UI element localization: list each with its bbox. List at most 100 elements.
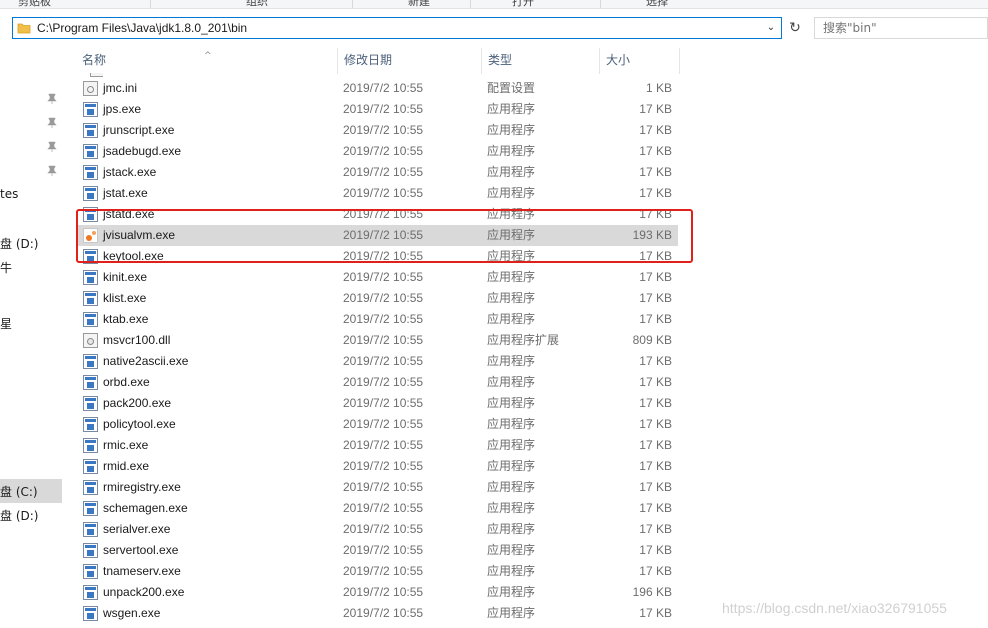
nav-item-drive-c[interactable]: 盘 (C:) xyxy=(0,483,38,500)
file-date: 2019/7/2 10:55 xyxy=(343,249,424,263)
file-size: 17 KB xyxy=(639,312,672,326)
column-divider[interactable] xyxy=(679,48,680,74)
file-row[interactable]: orbd.exe 2019/7/2 10:55 应用程序 17 KB xyxy=(76,372,678,393)
address-path[interactable]: C:\Program Files\Java\jdk1.8.0_201\bin xyxy=(37,21,247,35)
search-box[interactable] xyxy=(814,17,988,39)
refresh-icon[interactable]: ↻ xyxy=(786,17,804,39)
file-list: ^ 名称 修改日期 类型 大小 jmc.ini 2019/7/2 10:55 配置设… xyxy=(76,46,696,628)
exe-file-icon xyxy=(83,417,98,432)
file-name: tnameserv.exe xyxy=(103,564,181,578)
file-type: 应用程序 xyxy=(487,291,536,305)
file-row[interactable]: jstatd.exe 2019/7/2 10:55 应用程序 17 KB xyxy=(76,204,678,225)
ribbon-group-organize: 组织 xyxy=(246,0,268,8)
file-row[interactable]: msvcr100.dll 2019/7/2 10:55 应用程序扩展 809 KB xyxy=(76,330,678,351)
ribbon-group-clipboard: 剪贴板 xyxy=(18,0,51,8)
dll-file-icon xyxy=(83,333,98,348)
exe-file-icon xyxy=(83,543,98,558)
file-row[interactable]: kinit.exe 2019/7/2 10:55 应用程序 17 KB xyxy=(76,267,678,288)
file-row[interactable]: pack200.exe 2019/7/2 10:55 应用程序 17 KB xyxy=(76,393,678,414)
file-size: 17 KB xyxy=(639,564,672,578)
file-size: 17 KB xyxy=(639,102,672,116)
file-size: 17 KB xyxy=(639,459,672,473)
file-row[interactable]: jrunscript.exe 2019/7/2 10:55 应用程序 17 KB xyxy=(76,120,678,141)
file-row[interactable]: wsgen.exe 2019/7/2 10:55 应用程序 17 KB xyxy=(76,603,678,624)
file-row[interactable]: jsadebugd.exe 2019/7/2 10:55 应用程序 17 KB xyxy=(76,141,678,162)
chevron-down-icon[interactable]: ⌄ xyxy=(764,20,778,36)
file-date: 2019/7/2 10:55 xyxy=(343,522,424,536)
search-input[interactable] xyxy=(823,20,973,36)
pin-icon[interactable] xyxy=(46,117,58,129)
column-header-name[interactable]: ^ 名称 xyxy=(76,46,338,74)
file-size: 809 KB xyxy=(632,333,672,347)
file-size: 17 KB xyxy=(639,417,672,431)
file-type: 应用程序 xyxy=(487,270,536,284)
pin-icon[interactable] xyxy=(46,141,58,153)
file-type: 应用程序 xyxy=(487,102,536,116)
exe-file-icon xyxy=(83,396,98,411)
file-name: serialver.exe xyxy=(103,522,171,536)
file-name: klist.exe xyxy=(103,291,147,305)
file-row[interactable]: jstack.exe 2019/7/2 10:55 应用程序 17 KB xyxy=(76,162,678,183)
file-date: 2019/7/2 10:55 xyxy=(343,375,424,389)
file-row[interactable]: schemagen.exe 2019/7/2 10:55 应用程序 17 KB xyxy=(76,498,678,519)
file-size: 196 KB xyxy=(632,585,672,599)
file-row[interactable]: jstat.exe 2019/7/2 10:55 应用程序 17 KB xyxy=(76,183,678,204)
column-header-date[interactable]: 修改日期 xyxy=(338,46,482,74)
file-row[interactable]: rmiregistry.exe 2019/7/2 10:55 应用程序 17 KB xyxy=(76,477,678,498)
exe-file-icon xyxy=(83,585,98,600)
column-header-size-label: 大小 xyxy=(606,53,631,67)
file-date: 2019/7/2 10:55 xyxy=(343,333,424,347)
folder-icon xyxy=(17,23,31,34)
file-row[interactable]: native2ascii.exe 2019/7/2 10:55 应用程序 17 KB xyxy=(76,351,678,372)
file-type: 应用程序 xyxy=(487,375,536,389)
sort-ascending-icon: ^ xyxy=(204,51,212,61)
column-header-size[interactable]: 大小 xyxy=(600,46,680,74)
file-date: 2019/7/2 10:55 xyxy=(343,291,424,305)
ribbon: 剪贴板 组织 新建 打开 选择 xyxy=(0,0,988,9)
file-row[interactable]: unpack200.exe 2019/7/2 10:55 应用程序 196 KB xyxy=(76,582,678,603)
file-name: kinit.exe xyxy=(103,270,148,284)
file-name: jmc.ini xyxy=(103,81,138,95)
address-bar[interactable]: C:\Program Files\Java\jdk1.8.0_201\bin ⌄ xyxy=(12,17,782,39)
exe-file-icon xyxy=(83,291,98,306)
file-name: schemagen.exe xyxy=(103,501,188,515)
ribbon-divider xyxy=(470,0,471,8)
exe-file-icon xyxy=(83,312,98,327)
file-row[interactable]: policytool.exe 2019/7/2 10:55 应用程序 17 KB xyxy=(76,414,678,435)
file-date: 2019/7/2 10:55 xyxy=(343,312,424,326)
nav-item-drive-d[interactable]: 盘 (D:) xyxy=(0,235,38,252)
exe-file-icon xyxy=(83,375,98,390)
file-row[interactable]: serialver.exe 2019/7/2 10:55 应用程序 17 KB xyxy=(76,519,678,540)
pin-icon[interactable] xyxy=(46,165,58,177)
file-type: 应用程序 xyxy=(487,564,536,578)
file-row[interactable]: rmic.exe 2019/7/2 10:55 应用程序 17 KB xyxy=(76,435,678,456)
file-type: 应用程序 xyxy=(487,543,536,557)
file-row[interactable]: rmid.exe 2019/7/2 10:55 应用程序 17 KB xyxy=(76,456,678,477)
column-header-name-label: 名称 xyxy=(82,53,107,67)
nav-item-drive-d[interactable]: 盘 (D:) xyxy=(0,507,38,524)
file-row-selected[interactable]: jvisualvm.exe 2019/7/2 10:55 应用程序 193 KB xyxy=(76,225,678,246)
file-type: 应用程序 xyxy=(487,606,536,620)
file-type: 应用程序 xyxy=(487,522,536,536)
file-size: 17 KB xyxy=(639,375,672,389)
file-row[interactable]: keytool.exe 2019/7/2 10:55 应用程序 17 KB xyxy=(76,246,678,267)
file-date: 2019/7/2 10:55 xyxy=(343,396,424,410)
file-row[interactable]: klist.exe 2019/7/2 10:55 应用程序 17 KB xyxy=(76,288,678,309)
file-name: jps.exe xyxy=(103,102,142,116)
file-type: 应用程序 xyxy=(487,207,536,221)
file-type: 应用程序 xyxy=(487,396,536,410)
nav-item[interactable]: 星 xyxy=(0,315,12,332)
nav-item[interactable]: tes xyxy=(0,187,18,201)
column-header-type[interactable]: 类型 xyxy=(482,46,600,74)
nav-item[interactable]: 牛 xyxy=(0,259,12,276)
file-row[interactable]: servertool.exe 2019/7/2 10:55 应用程序 17 KB xyxy=(76,540,678,561)
pin-icon[interactable] xyxy=(46,93,58,105)
file-row[interactable]: ktab.exe 2019/7/2 10:55 应用程序 17 KB xyxy=(76,309,678,330)
file-size: 1 KB xyxy=(645,81,672,95)
file-row[interactable]: tnameserv.exe 2019/7/2 10:55 应用程序 17 KB xyxy=(76,561,678,582)
file-row[interactable]: jmc.ini 2019/7/2 10:55 配置设置 1 KB xyxy=(76,78,678,99)
file-type: 配置设置 xyxy=(487,81,536,95)
file-name: jstack.exe xyxy=(103,165,157,179)
file-date: 2019/7/2 10:55 xyxy=(343,144,424,158)
file-row[interactable]: jps.exe 2019/7/2 10:55 应用程序 17 KB xyxy=(76,99,678,120)
